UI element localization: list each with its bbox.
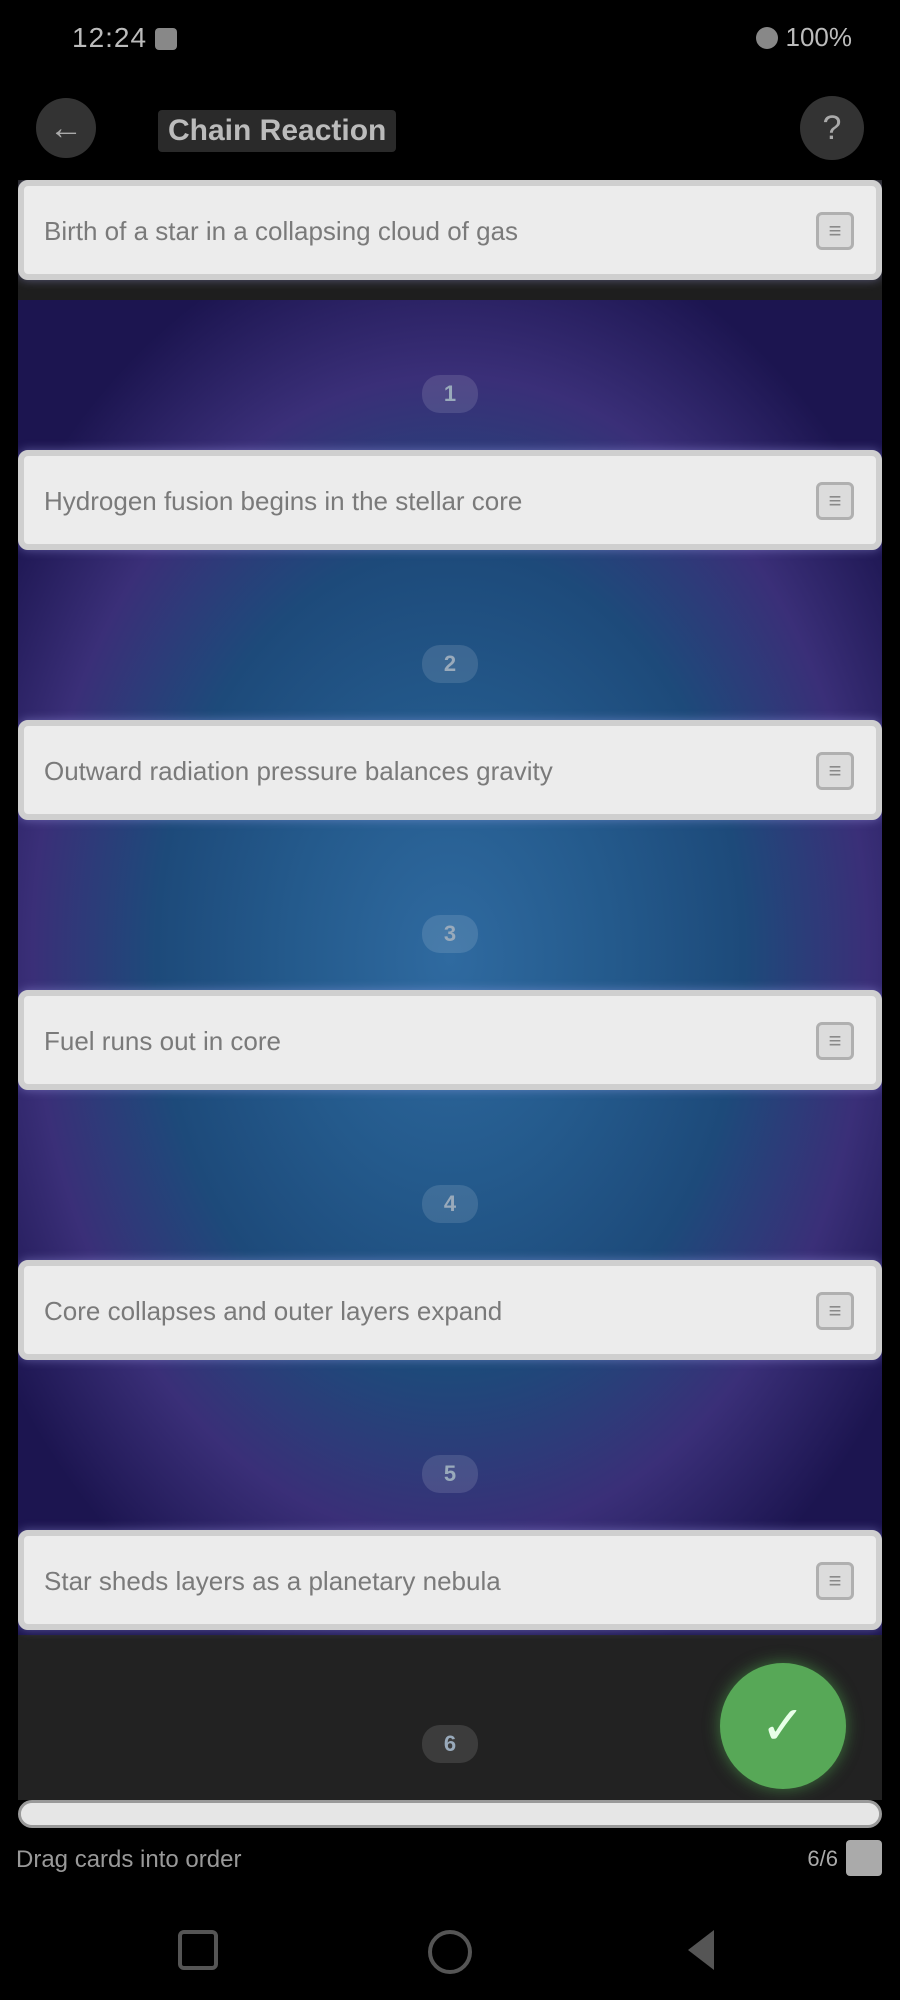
sequence-card-6[interactable]: Star sheds layers as a planetary nebula … [18,1530,882,1630]
sequence-card-4[interactable]: Fuel runs out in core ≡ [18,990,882,1090]
page-title: Chain Reaction [158,110,397,152]
wifi-icon [755,27,778,49]
footer-counter: 6/6 [807,1840,882,1876]
arrow-left-icon: ← [49,109,83,147]
card-text: Core collapses and outer layers expand [44,1296,503,1326]
counter-text: 6/6 [807,1846,838,1871]
stage-label-6: 6 [421,1725,479,1763]
drag-handle-icon[interactable]: ≡ [816,1022,854,1060]
drag-handle-icon[interactable]: ≡ [816,1292,854,1330]
stage-label: 1 [18,375,882,413]
notification-icon [155,28,178,50]
square-icon [846,1840,882,1876]
sequence-card-2[interactable]: Hydrogen fusion begins in the stellar co… [18,450,882,550]
recents-button[interactable] [178,1930,218,1970]
drag-handle-icon[interactable]: ≡ [816,1562,854,1600]
system-nav-bar [0,1900,900,2000]
card-text: Hydrogen fusion begins in the stellar co… [44,486,523,516]
status-time-text: 12:24 [72,22,148,53]
stage-label: 3 [18,915,882,953]
card-text: Outward radiation pressure balances grav… [44,756,553,786]
stage-label-2: 2 [421,645,479,683]
card-text: Star sheds layers as a planetary nebula [44,1566,501,1596]
drag-handle-icon[interactable]: ≡ [816,482,854,520]
status-bar: 12:24 100% [0,0,900,80]
back-button[interactable]: ← [36,98,96,158]
card-text: Fuel runs out in core [44,1026,282,1056]
progress-fill [21,1803,879,1825]
help-button[interactable]: ? [800,96,864,160]
stage-label: 4 [18,1185,882,1223]
stage-label-3: 3 [421,915,479,953]
top-bar: ← Chain Reaction ? [0,80,900,180]
board: Birth of a star in a collapsing cloud of… [18,180,882,1800]
progress-bar [18,1800,882,1828]
home-button[interactable] [428,1930,472,1974]
question-icon: ? [822,109,842,147]
status-time: 12:24 [72,22,178,54]
check-icon: ✓ [760,1696,806,1756]
stage-label: 5 [18,1455,882,1493]
drag-handle-icon[interactable]: ≡ [816,752,854,790]
stage-label: 2 [18,645,882,683]
battery-level: 100% [785,22,853,52]
sequence-card-5[interactable]: Core collapses and outer layers expand ≡ [18,1260,882,1360]
sequence-card-1[interactable]: Birth of a star in a collapsing cloud of… [18,180,882,280]
check-answer-button[interactable]: ✓ [720,1663,846,1789]
footer-hint: Drag cards into order [16,1846,242,1873]
card-text: Birth of a star in a collapsing cloud of… [44,216,519,246]
stage-label-4: 4 [421,1185,479,1223]
sequence-card-3[interactable]: Outward radiation pressure balances grav… [18,720,882,820]
status-right: 100% [755,22,853,53]
stage-label-5: 5 [421,1455,479,1493]
stage-label-1: 1 [421,375,479,413]
system-back-button[interactable] [688,1930,714,1970]
drag-handle-icon[interactable]: ≡ [816,212,854,250]
